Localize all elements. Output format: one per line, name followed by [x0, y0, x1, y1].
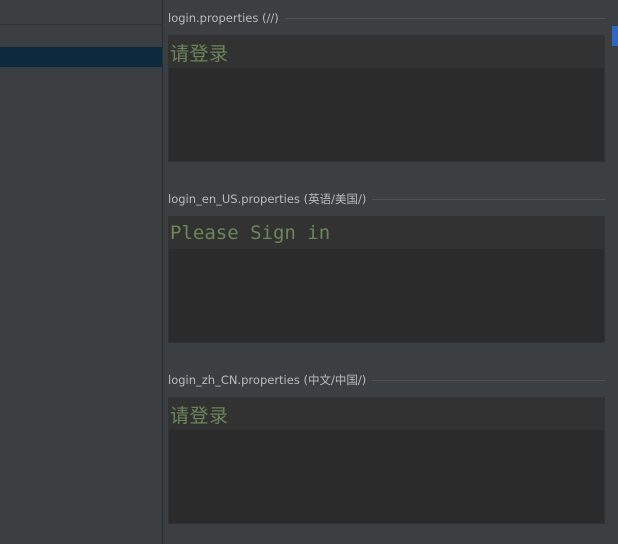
vertical-scrollbar[interactable] [610, 0, 618, 544]
value-editor[interactable]: 请登录 [168, 35, 605, 162]
locale-label: (英语/美国/) [303, 192, 367, 206]
editor-current-line[interactable]: 请登录 [169, 398, 604, 430]
tree-header-divider [0, 24, 162, 25]
value-editor[interactable]: Please Sign in [168, 216, 605, 343]
section-separator [372, 198, 605, 200]
section-title: login.properties (//) [168, 11, 285, 25]
panel-splitter[interactable] [162, 0, 163, 544]
locale-label: (//) [262, 11, 279, 25]
file-name: login_zh_CN.properties [168, 373, 300, 387]
section-header: login_en_US.properties (英语/美国/) [168, 190, 605, 208]
property-value: 请登录 [170, 404, 229, 427]
locale-label: (中文/中国/) [303, 373, 367, 387]
tree-selected-row[interactable] [0, 47, 162, 67]
bundle-section-en-us: login_en_US.properties (英语/美国/) Please S… [168, 190, 605, 343]
editor-current-line[interactable]: Please Sign in [169, 217, 604, 249]
section-title: login_en_US.properties (英语/美国/) [168, 191, 372, 207]
section-header: login_zh_CN.properties (中文/中国/) [168, 371, 605, 389]
file-name: login_en_US.properties [168, 192, 300, 206]
property-value: 请登录 [170, 42, 229, 65]
section-separator [284, 17, 605, 19]
section-separator [372, 379, 605, 381]
property-value: Please Sign in [170, 222, 331, 244]
editor-current-line[interactable]: 请登录 [169, 36, 604, 68]
scrollbar-thumb[interactable] [612, 26, 618, 46]
properties-tree-panel [0, 0, 162, 544]
section-header: login.properties (//) [168, 9, 605, 27]
section-title: login_zh_CN.properties (中文/中国/) [168, 372, 372, 388]
bundle-section-zh-cn: login_zh_CN.properties (中文/中国/) 请登录 [168, 371, 605, 524]
bundle-section-default: login.properties (//) 请登录 [168, 9, 605, 162]
value-editor[interactable]: 请登录 [168, 397, 605, 524]
file-name: login.properties [168, 11, 259, 25]
resource-bundle-editor: login.properties (//) 请登录 login_en_US.pr… [0, 0, 618, 544]
